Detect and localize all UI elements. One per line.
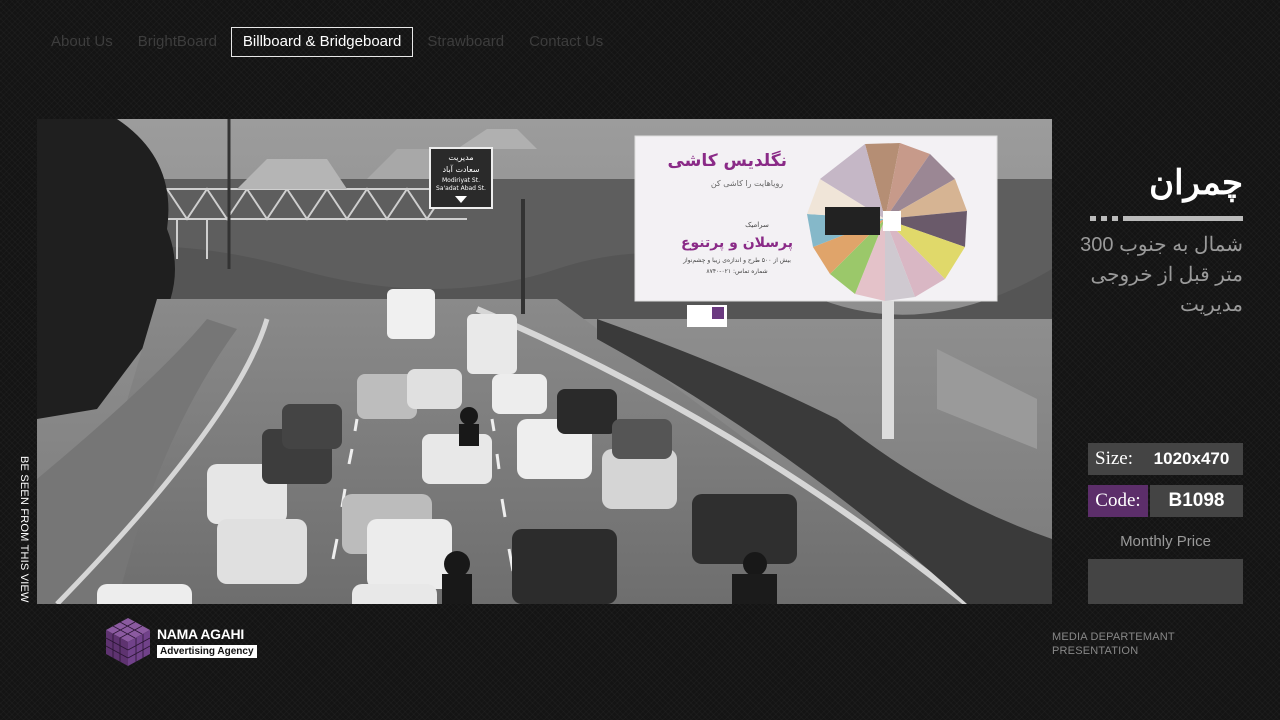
nav-contact-us[interactable]: Contact Us — [518, 27, 614, 57]
footer-line1: MEDIA DEPARTEMANT — [1052, 631, 1175, 643]
logo-subtitle: Advertising Agency — [157, 644, 257, 658]
code-value: B1098 — [1150, 485, 1243, 517]
monthly-price-label: Monthly Price — [1120, 533, 1211, 550]
code-row: Code: B1098 — [1088, 485, 1243, 517]
location-photo: مدیریت سعادت آباد Modiriyat St. Sa'adat … — [37, 119, 1052, 604]
side-caption: BE SEEN FROM THIS VIEW — [18, 456, 30, 603]
size-row: Size: 1020x470 — [1088, 443, 1243, 475]
size-label: Size: — [1088, 443, 1140, 475]
road-sign-line1: مدیریت — [448, 153, 473, 162]
company-logo[interactable]: NAMA AGAHI Advertising Agency — [103, 616, 257, 668]
nav-strawboard[interactable]: Strawboard — [416, 27, 515, 57]
location-info: چمران شمال به جنوب 300 متر قبل از خروجی … — [1058, 160, 1243, 320]
road-sign-line3: Modiriyat St. — [442, 177, 480, 184]
nav-brightboard[interactable]: BrightBoard — [127, 27, 228, 57]
nav-billboard-bridgeboard[interactable]: Billboard & Bridgeboard — [230, 27, 414, 57]
code-label: Code: — [1088, 485, 1148, 517]
location-description: شمال به جنوب 300 متر قبل از خروجی مدیریت — [1080, 234, 1243, 316]
footer-line2: PRESENTATION — [1052, 645, 1139, 657]
top-nav: About Us BrightBoard Billboard & Bridgeb… — [40, 27, 617, 57]
road-sign-line2: سعادت آباد — [442, 164, 479, 174]
road-sign: مدیریت سعادت آباد Modiriyat St. Sa'adat … — [429, 147, 493, 209]
footer-note: MEDIA DEPARTEMANT PRESENTATION — [1052, 630, 1175, 658]
size-value: 1020x470 — [1140, 443, 1243, 475]
nav-about-us[interactable]: About Us — [40, 27, 124, 57]
road-sign-line4: Sa'adat Abad St. — [436, 185, 486, 192]
cube-logo-icon — [105, 618, 151, 666]
billboard-small-line: سرامیک — [745, 221, 769, 229]
title-divider — [1058, 216, 1243, 221]
billboard-brand: نگلدیس کاشی — [667, 150, 787, 171]
billboard-tagline: رویاهایت را کاشی کن — [711, 179, 783, 188]
billboard-detail: بیش از ۵۰۰ طرح و اندازه‌ی زیبا و چشم‌نوا… — [682, 257, 791, 264]
monthly-price-value — [1088, 559, 1243, 604]
billboard-phone: شماره تماس: ۰۲۱-۸۷۴۰ — [706, 268, 767, 275]
logo-name: NAMA AGAHI — [157, 625, 244, 642]
billboard-headline: پرسلان و پرتنوع — [681, 235, 793, 251]
location-title: چمران — [1149, 164, 1243, 202]
